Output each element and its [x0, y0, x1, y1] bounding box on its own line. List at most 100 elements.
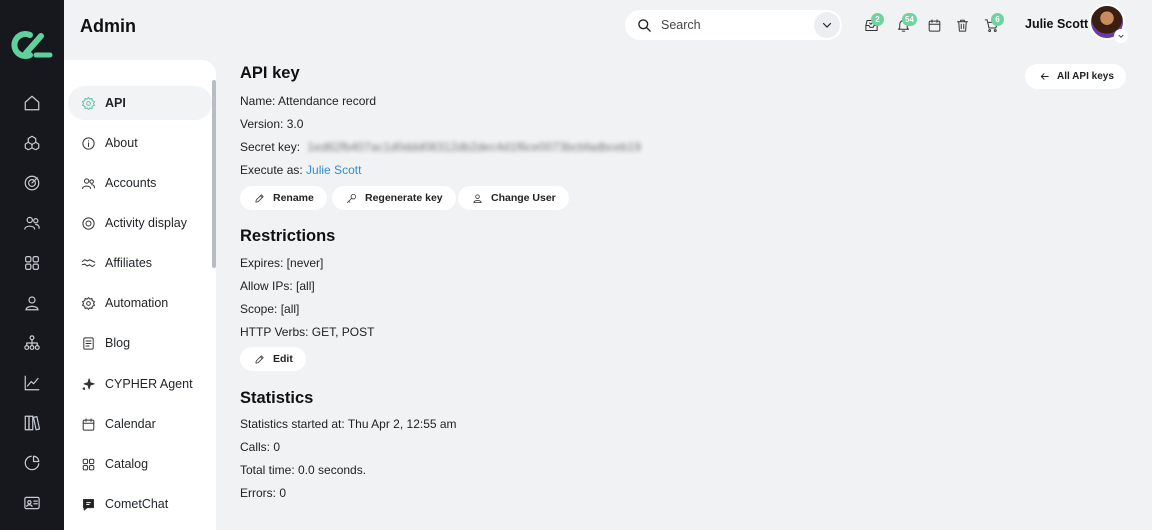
execute-as-user-link[interactable]: Julie Scott	[306, 163, 361, 177]
users-icon[interactable]	[20, 211, 44, 235]
key-icon	[346, 193, 357, 203]
all-api-keys-button[interactable]: All API keys	[1025, 64, 1126, 89]
version-value: 3.0	[286, 117, 304, 131]
edit-label: Edit	[273, 353, 293, 365]
menu-item-accounts[interactable]: Accounts	[68, 166, 212, 200]
menu-item-label: Catalog	[105, 457, 149, 471]
cubes-icon[interactable]	[20, 131, 44, 155]
menu-item-label: CometChat	[105, 497, 169, 511]
search-input[interactable]	[661, 18, 801, 32]
menu-item-label: Blog	[105, 336, 131, 350]
id-card-icon[interactable]	[20, 491, 44, 515]
restrictions-heading: Restrictions	[240, 227, 336, 245]
menu-scrollbar[interactable]	[212, 80, 216, 268]
regenerate-key-label: Regenerate key	[365, 192, 443, 204]
api-key-heading: API key	[240, 64, 300, 82]
menu-item-about[interactable]: About	[68, 126, 212, 160]
chat-icon	[83, 498, 94, 511]
gear-icon	[82, 96, 95, 110]
menu-item-activity-display[interactable]: Activity display	[68, 206, 212, 240]
menu-item-api[interactable]: API	[68, 86, 212, 120]
menu-item-label: Affiliates	[105, 256, 153, 270]
menu-item-label: About	[105, 136, 138, 150]
menu-item-label: CYPHER Agent	[105, 377, 193, 391]
menu-item-automation[interactable]: Automation	[68, 286, 212, 320]
scope-row: Scope: [all]	[240, 302, 300, 316]
app-logo[interactable]	[10, 28, 54, 62]
execute-as-row: Execute as: Julie Scott	[240, 163, 361, 177]
rename-label: Rename	[273, 192, 314, 204]
change-user-label: Change User	[491, 192, 556, 204]
search-bar[interactable]	[625, 10, 842, 40]
menu-item-blog[interactable]: Blog	[68, 326, 212, 360]
page-title: Admin	[80, 16, 136, 36]
name-row: Name: Attendance record	[240, 94, 376, 108]
menu-item-calendar[interactable]: Calendar	[68, 407, 212, 441]
arrow-left-icon	[1040, 73, 1049, 80]
edit-restrictions-button[interactable]: Edit	[240, 347, 306, 371]
settings-menu: API About Accounts Activity display Affi…	[64, 60, 216, 530]
trash-icon[interactable]	[953, 16, 971, 34]
chart-line-icon[interactable]	[20, 371, 44, 395]
menu-item-label: Activity display	[105, 216, 187, 230]
sitemap-icon[interactable]	[20, 331, 44, 355]
cart-badge: 6	[991, 13, 1004, 26]
allow-ips-row: Allow IPs: [all]	[240, 279, 315, 293]
all-api-keys-label: All API keys	[1057, 71, 1114, 82]
change-user-button[interactable]: Change User	[458, 186, 569, 210]
search-dropdown-button[interactable]	[814, 12, 840, 38]
http-verbs-row: HTTP Verbs: GET, POST	[240, 325, 375, 339]
books-icon[interactable]	[20, 411, 44, 435]
menu-item-label: Automation	[105, 296, 169, 310]
execute-as-label: Execute as:	[240, 163, 303, 177]
target-icon[interactable]	[20, 171, 44, 195]
statistics-heading: Statistics	[240, 389, 314, 407]
notifications-badge: 54	[902, 13, 917, 26]
menu-item-label: API	[105, 96, 126, 110]
menu-item-label: Calendar	[105, 417, 156, 431]
search-icon	[638, 18, 651, 32]
icon-rail	[0, 0, 64, 530]
statistics-started-row: Statistics started at: Thu Apr 2, 12:55 …	[240, 417, 457, 431]
user-icon[interactable]	[20, 291, 44, 315]
gear-icon	[82, 296, 95, 310]
users-icon	[82, 177, 95, 189]
secret-key-value[interactable]: 1ed62fb407ac1d0ddd08312db2dec4d1f6ce0073…	[307, 140, 641, 154]
pencil-icon	[255, 354, 264, 364]
secret-key-row: Secret key: 1ed62fb407ac1d0ddd08312db2de…	[240, 140, 641, 154]
menu-item-catalog[interactable]: Catalog	[68, 447, 212, 481]
home-icon[interactable]	[20, 91, 44, 115]
menu-item-cometchat[interactable]: CometChat	[68, 487, 212, 521]
pie-chart-icon[interactable]	[20, 451, 44, 475]
user-icon	[473, 193, 482, 203]
pencil-icon	[255, 193, 264, 203]
sparkle-icon	[82, 377, 95, 390]
info-icon	[82, 136, 95, 150]
chevron-down-icon	[822, 22, 832, 28]
rename-button[interactable]: Rename	[240, 186, 327, 210]
menu-item-cypher-agent[interactable]: CYPHER Agent	[68, 367, 212, 401]
secret-key-label: Secret key:	[240, 140, 301, 154]
calendar-icon	[82, 417, 95, 431]
grid-icon	[82, 458, 95, 470]
errors-row: Errors: 0	[240, 486, 287, 500]
grid-icon[interactable]	[20, 251, 44, 275]
calls-row: Calls: 0	[240, 440, 281, 454]
calendar-icon[interactable]	[925, 16, 943, 34]
version-row: Version: 3.0	[240, 117, 303, 131]
inbox-badge: 2	[871, 13, 884, 26]
menu-item-label: Accounts	[105, 176, 157, 190]
total-time-row: Total time: 0.0 seconds.	[240, 463, 367, 477]
expires-row: Expires: [never]	[240, 256, 324, 270]
user-menu-toggle[interactable]	[1114, 29, 1128, 43]
name-label: Name:	[240, 94, 276, 108]
target-icon	[82, 216, 95, 230]
regenerate-key-button[interactable]: Regenerate key	[332, 186, 456, 210]
user-name[interactable]: Julie Scott	[1025, 17, 1088, 31]
chevron-down-icon	[1118, 34, 1124, 38]
menu-item-affiliates[interactable]: Affiliates	[68, 246, 212, 280]
handshake-icon	[81, 258, 96, 267]
name-value: Attendance record	[278, 94, 377, 108]
version-label: Version:	[240, 117, 284, 131]
document-icon	[83, 336, 94, 350]
